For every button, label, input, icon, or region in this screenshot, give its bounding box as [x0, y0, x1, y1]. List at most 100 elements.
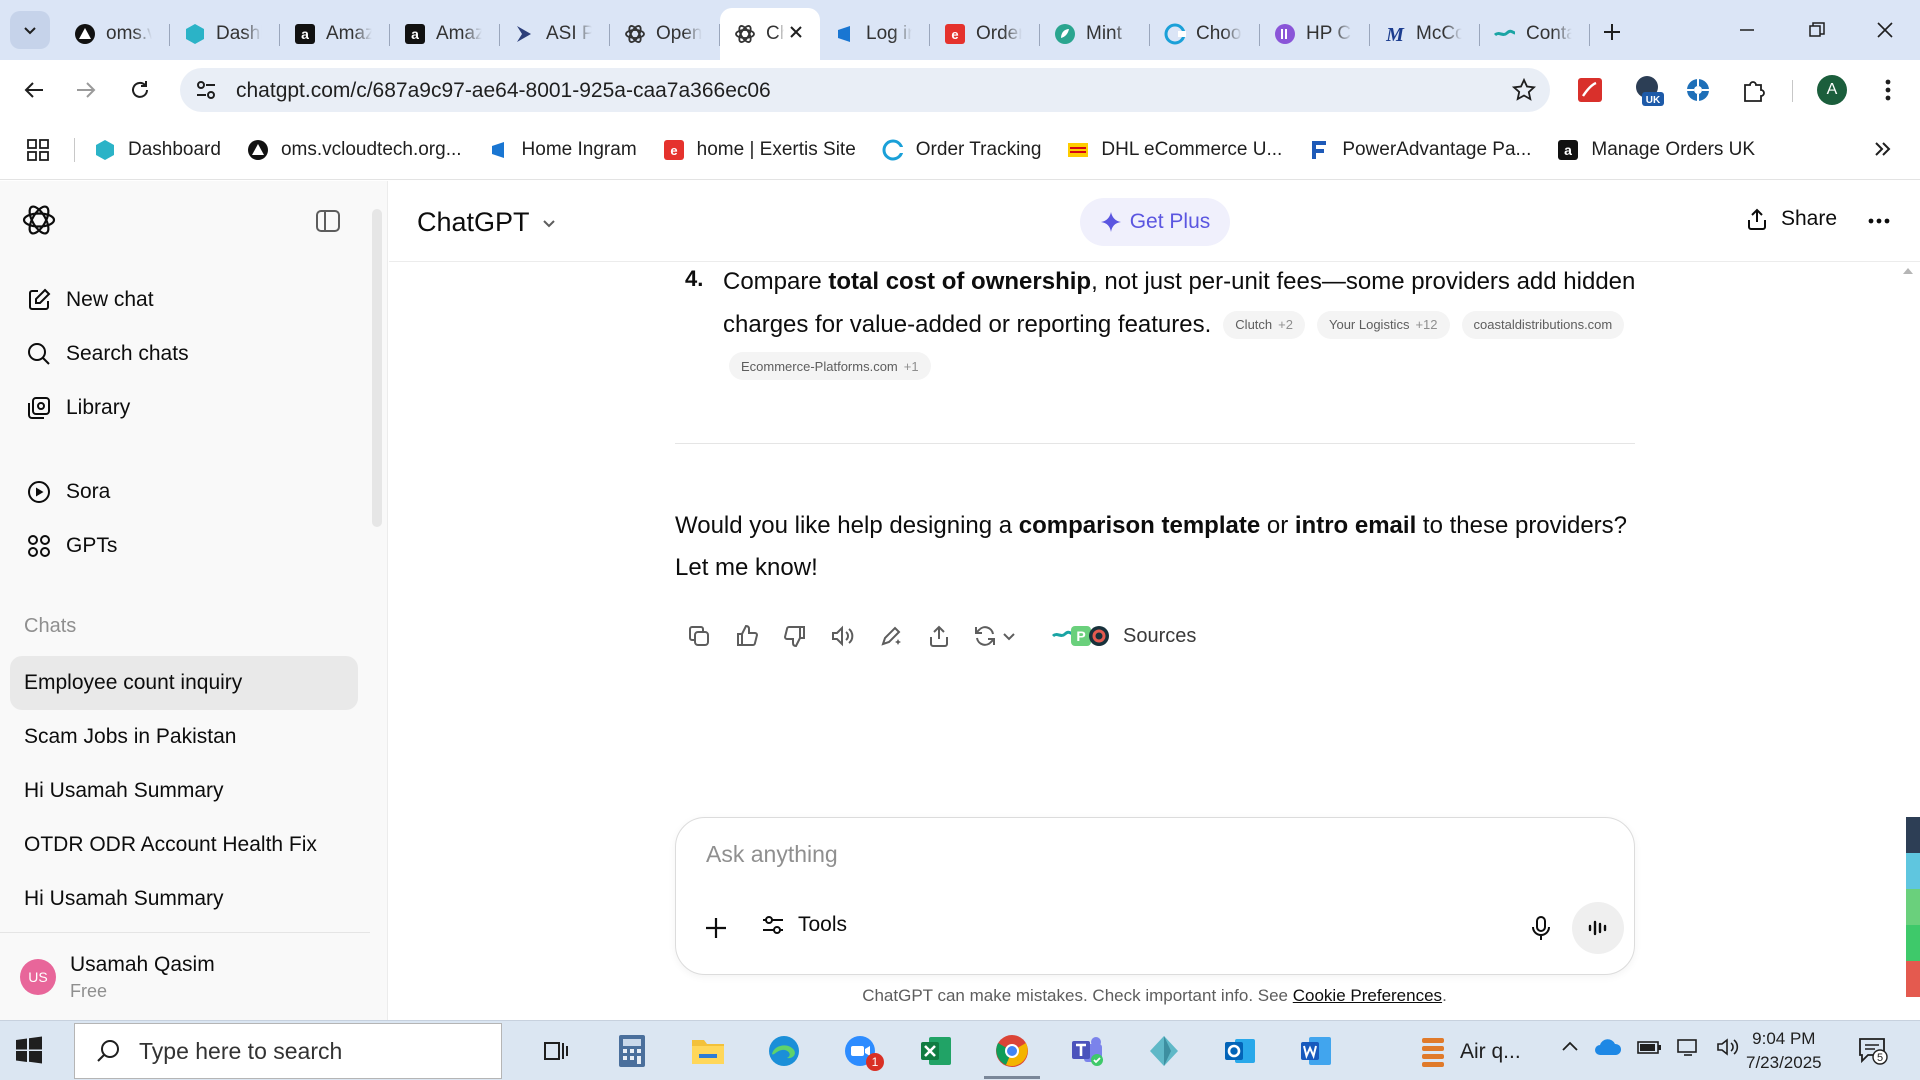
bookmark-item[interactable]: Dashboard: [94, 139, 221, 161]
file-explorer-app[interactable]: [670, 1021, 746, 1080]
citation-chip[interactable]: Your Logistics +12: [1316, 311, 1450, 339]
share-message-button[interactable]: [915, 616, 963, 656]
tab[interactable]: a Amazon: [280, 8, 390, 60]
tab-close-icon[interactable]: [786, 22, 806, 42]
network-icon[interactable]: [1676, 1037, 1702, 1057]
tab[interactable]: e Orders: [930, 8, 1040, 60]
bookmark-item[interactable]: e home | Exertis Site: [663, 139, 856, 161]
tab[interactable]: Mint: [1040, 8, 1150, 60]
uk-extension-icon[interactable]: UK: [1632, 74, 1664, 106]
sidebar-toggle-icon[interactable]: [314, 207, 342, 235]
battery-icon[interactable]: [1636, 1037, 1662, 1057]
weather-widget[interactable]: Air q...: [1418, 1035, 1521, 1069]
extensions-puzzle-icon[interactable]: [1738, 74, 1770, 106]
outlook-app[interactable]: [1202, 1021, 1278, 1080]
sources-button[interactable]: P Sources: [1051, 624, 1196, 648]
excel-app[interactable]: [898, 1021, 974, 1080]
regenerate-button[interactable]: [963, 616, 1027, 656]
openai-logo-icon[interactable]: [20, 201, 58, 239]
citation-chip[interactable]: coastaldistributions.com: [1461, 311, 1625, 339]
search-chats-button[interactable]: Search chats: [26, 341, 189, 367]
address-bar[interactable]: chatgpt.com/c/687a9c97-ae64-8001-925a-ca…: [180, 68, 1550, 112]
share-button[interactable]: Share: [1745, 207, 1837, 231]
bookmark-item[interactable]: Order Tracking: [882, 139, 1041, 161]
close-window-button[interactable]: [1862, 12, 1908, 48]
thumbs-up-button[interactable]: [723, 616, 771, 656]
tab[interactable]: Contact: [1480, 8, 1590, 60]
word-app[interactable]: [1278, 1021, 1354, 1080]
attach-plus-icon[interactable]: [702, 914, 730, 942]
calculator-app[interactable]: [594, 1021, 670, 1080]
bookmark-item[interactable]: Home Ingram: [488, 139, 637, 161]
apps-grid-icon[interactable]: [26, 138, 50, 162]
double-chevron-right-icon[interactable]: [1872, 138, 1894, 160]
chat-item[interactable]: Hi Usamah Summary: [10, 764, 358, 818]
chat-item[interactable]: Scam Jobs in Pakistan: [10, 710, 358, 764]
chrome-app[interactable]: [974, 1021, 1050, 1080]
read-aloud-button[interactable]: [819, 616, 867, 656]
tab[interactable]: M McCormick: [1370, 8, 1480, 60]
volume-icon[interactable]: [1716, 1037, 1740, 1057]
tab[interactable]: OpenAI: [610, 8, 720, 60]
minimize-button[interactable]: [1724, 12, 1770, 48]
new-chat-button[interactable]: New chat: [26, 287, 154, 313]
edge-app[interactable]: [746, 1021, 822, 1080]
diamond-app[interactable]: [1126, 1021, 1202, 1080]
bookmark-item[interactable]: oms.vcloudtech.org...: [247, 139, 462, 161]
pdf-extension-icon[interactable]: [1574, 74, 1606, 106]
bookmark-item[interactable]: DHL eCommerce U...: [1067, 139, 1282, 161]
library-button[interactable]: Library: [26, 395, 130, 421]
chevron-up-icon[interactable]: [1560, 1037, 1580, 1057]
task-view-button[interactable]: [518, 1021, 594, 1080]
teams-app[interactable]: [1050, 1021, 1126, 1080]
tab[interactable]: Dashboard: [170, 8, 280, 60]
sora-button[interactable]: Sora: [26, 479, 110, 505]
bookmark-item[interactable]: a Manage Orders UK: [1557, 139, 1755, 161]
restore-button[interactable]: [1794, 12, 1840, 48]
tab-search-button[interactable]: [10, 11, 50, 49]
back-button[interactable]: [14, 72, 54, 108]
voice-mode-button[interactable]: [1572, 902, 1624, 954]
page-scrollbar[interactable]: [1906, 817, 1920, 997]
user-menu[interactable]: US Usamah Qasim Free: [0, 932, 370, 1020]
thumbs-down-button[interactable]: [771, 616, 819, 656]
more-options-icon[interactable]: [1867, 209, 1891, 233]
tab[interactable]: HP Com: [1260, 8, 1370, 60]
citation-chip[interactable]: Clutch +2: [1223, 311, 1305, 339]
tools-button[interactable]: Tools: [760, 912, 847, 938]
new-tab-button[interactable]: [1598, 18, 1626, 46]
site-info-icon[interactable]: [194, 78, 218, 102]
tab[interactable]: Choose: [1150, 8, 1260, 60]
chat-item[interactable]: Employee count inquiry: [10, 656, 358, 710]
notifications-icon[interactable]: 5: [1858, 1037, 1888, 1065]
edit-canvas-button[interactable]: [867, 616, 915, 656]
chat-item[interactable]: Hi Usamah Summary: [10, 872, 358, 926]
bookmark-item[interactable]: PowerAdvantage Pa...: [1308, 139, 1531, 161]
profile-avatar[interactable]: A: [1816, 74, 1848, 106]
sidebar-scrollbar[interactable]: [372, 209, 382, 527]
zoom-app[interactable]: 1: [822, 1021, 898, 1080]
tab[interactable]: oms.vcloudtech.org: [60, 8, 170, 60]
tab[interactable]: a Amazon: [390, 8, 500, 60]
copy-button[interactable]: [675, 616, 723, 656]
clock[interactable]: 9:04 PM 7/23/2025: [1746, 1027, 1822, 1075]
tab[interactable]: ASI Portal: [500, 8, 610, 60]
url-text[interactable]: chatgpt.com/c/687a9c97-ae64-8001-925a-ca…: [236, 79, 771, 103]
bookmark-star-icon[interactable]: [1512, 78, 1536, 102]
tab[interactable]: Log in: [820, 8, 930, 60]
forward-button[interactable]: [66, 72, 106, 108]
gpts-button[interactable]: GPTs: [26, 533, 117, 559]
tab-active[interactable]: ChatGPT: [720, 8, 820, 60]
prompt-input[interactable]: [706, 836, 1406, 872]
onedrive-icon[interactable]: [1594, 1037, 1622, 1057]
get-plus-button[interactable]: Get Plus: [1080, 198, 1230, 246]
reload-button[interactable]: [120, 72, 160, 108]
browser-menu-button[interactable]: [1872, 74, 1904, 106]
microphone-icon[interactable]: [1528, 914, 1554, 942]
taskbar-search[interactable]: Type here to search: [74, 1023, 502, 1079]
network-extension-icon[interactable]: [1682, 74, 1714, 106]
cookie-preferences-link[interactable]: Cookie Preferences: [1293, 986, 1442, 1005]
chat-item[interactable]: OTDR ODR Account Health Fix: [10, 818, 358, 872]
windows-start-icon[interactable]: [14, 1035, 44, 1065]
scroll-up-arrow-icon[interactable]: [1902, 267, 1914, 275]
